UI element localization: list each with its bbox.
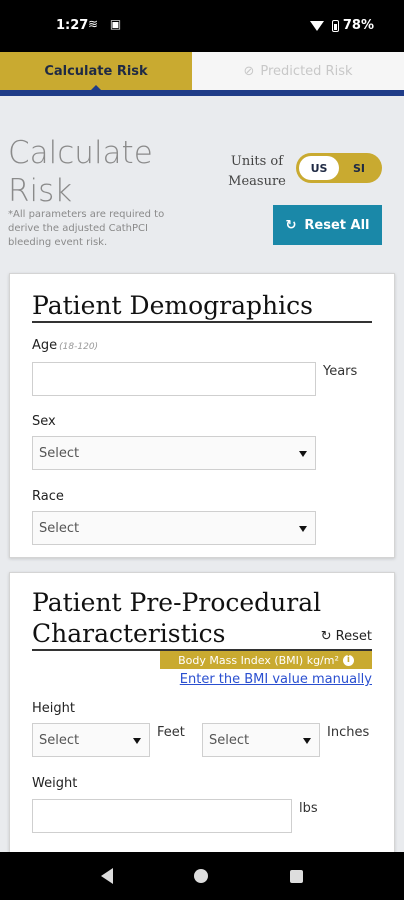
race-label: Race [32, 489, 64, 504]
reset-all-button[interactable]: ↻ Reset All [273, 205, 382, 245]
preprocedural-title: Patient Pre-Procedural Characteristics [32, 587, 321, 649]
sex-select-value: Select [39, 445, 80, 461]
page-title: Calculate Risk [8, 134, 168, 210]
height-inches-select[interactable]: Select [202, 723, 320, 757]
dropdown-arrow-icon [299, 526, 307, 532]
navigation-bar [0, 852, 404, 900]
preprocedural-reset-button[interactable]: ↻ Reset [321, 629, 372, 644]
unit-us-option[interactable]: US [299, 156, 339, 180]
feet-select-value: Select [39, 732, 80, 748]
weight-label: Weight [32, 776, 78, 791]
weight-input[interactable] [32, 799, 292, 833]
tab-predicted-risk[interactable]: ⊘ Predicted Risk [192, 52, 404, 90]
refresh-icon: ↻ [320, 629, 332, 644]
inches-unit: Inches [327, 725, 370, 740]
height-label: Height [32, 701, 75, 716]
preprocedural-title-line2: Characteristics [32, 619, 226, 648]
sex-label: Sex [32, 414, 56, 429]
preprocedural-title-line1: Patient Pre-Procedural [32, 588, 322, 617]
wifi-icon [309, 20, 324, 31]
dropdown-arrow-icon [133, 738, 141, 744]
tab-underline [0, 90, 404, 96]
tab-predicted-risk-label: Predicted Risk [260, 63, 353, 79]
age-label: Age (18-120) [32, 338, 98, 353]
weight-unit: lbs [299, 801, 318, 816]
reset-all-label: Reset All [304, 217, 370, 233]
age-label-text: Age [32, 338, 58, 353]
tab-bar: Calculate Risk ⊘ Predicted Risk [0, 52, 404, 91]
height-feet-select[interactable]: Select [32, 723, 150, 757]
info-icon[interactable]: i [342, 654, 354, 666]
back-icon[interactable] [100, 868, 113, 884]
page-title-line1: Calculate [8, 135, 153, 171]
age-hint: (18-120) [59, 342, 99, 352]
preprocedural-card: Patient Pre-Procedural Characteristics ↻… [9, 572, 395, 872]
dropdown-arrow-icon [299, 451, 307, 457]
status-bar: 1:27 ≋ ▣ 78% [0, 0, 404, 52]
preprocedural-reset-label: Reset [335, 629, 372, 644]
feet-unit: Feet [157, 725, 185, 740]
race-select-value: Select [39, 520, 80, 536]
demographics-divider [32, 321, 372, 323]
units-toggle[interactable]: US SI [296, 153, 382, 183]
age-input[interactable] [32, 362, 316, 396]
refresh-icon: ↻ [285, 217, 297, 233]
home-icon[interactable] [194, 869, 209, 883]
units-label: Units of Measure [228, 154, 286, 189]
bmi-label: Body Mass Index (BMI) kg/m² [178, 653, 339, 667]
tab-calculate-risk-label: Calculate Risk [44, 63, 148, 79]
demographics-title: Patient Demographics [32, 291, 313, 320]
unit-si-option[interactable]: SI [339, 156, 379, 180]
status-time: 1:27 [56, 18, 89, 33]
age-unit: Years [323, 364, 358, 379]
page-title-line2: Risk [8, 173, 73, 209]
dropdown-arrow-icon [303, 738, 311, 744]
inches-select-value: Select [209, 732, 250, 748]
battery-percent: 78% [342, 18, 374, 33]
sex-select[interactable]: Select [32, 436, 316, 470]
battery-icon [331, 19, 339, 32]
disabled-icon: ⊘ [243, 63, 255, 79]
notification-icons: ≋ ▣ [88, 17, 126, 31]
status-right: 78% [309, 18, 374, 33]
tab-calculate-risk[interactable]: Calculate Risk [0, 52, 192, 91]
bmi-banner: Body Mass Index (BMI) kg/m² i [160, 651, 372, 669]
recents-icon[interactable] [290, 869, 304, 883]
race-select[interactable]: Select [32, 511, 316, 545]
demographics-card: Patient Demographics Age (18-120) Years S… [9, 273, 395, 558]
bmi-manual-link[interactable]: Enter the BMI value manually [180, 672, 372, 687]
required-note: *All parameters are required to derive t… [8, 209, 165, 248]
